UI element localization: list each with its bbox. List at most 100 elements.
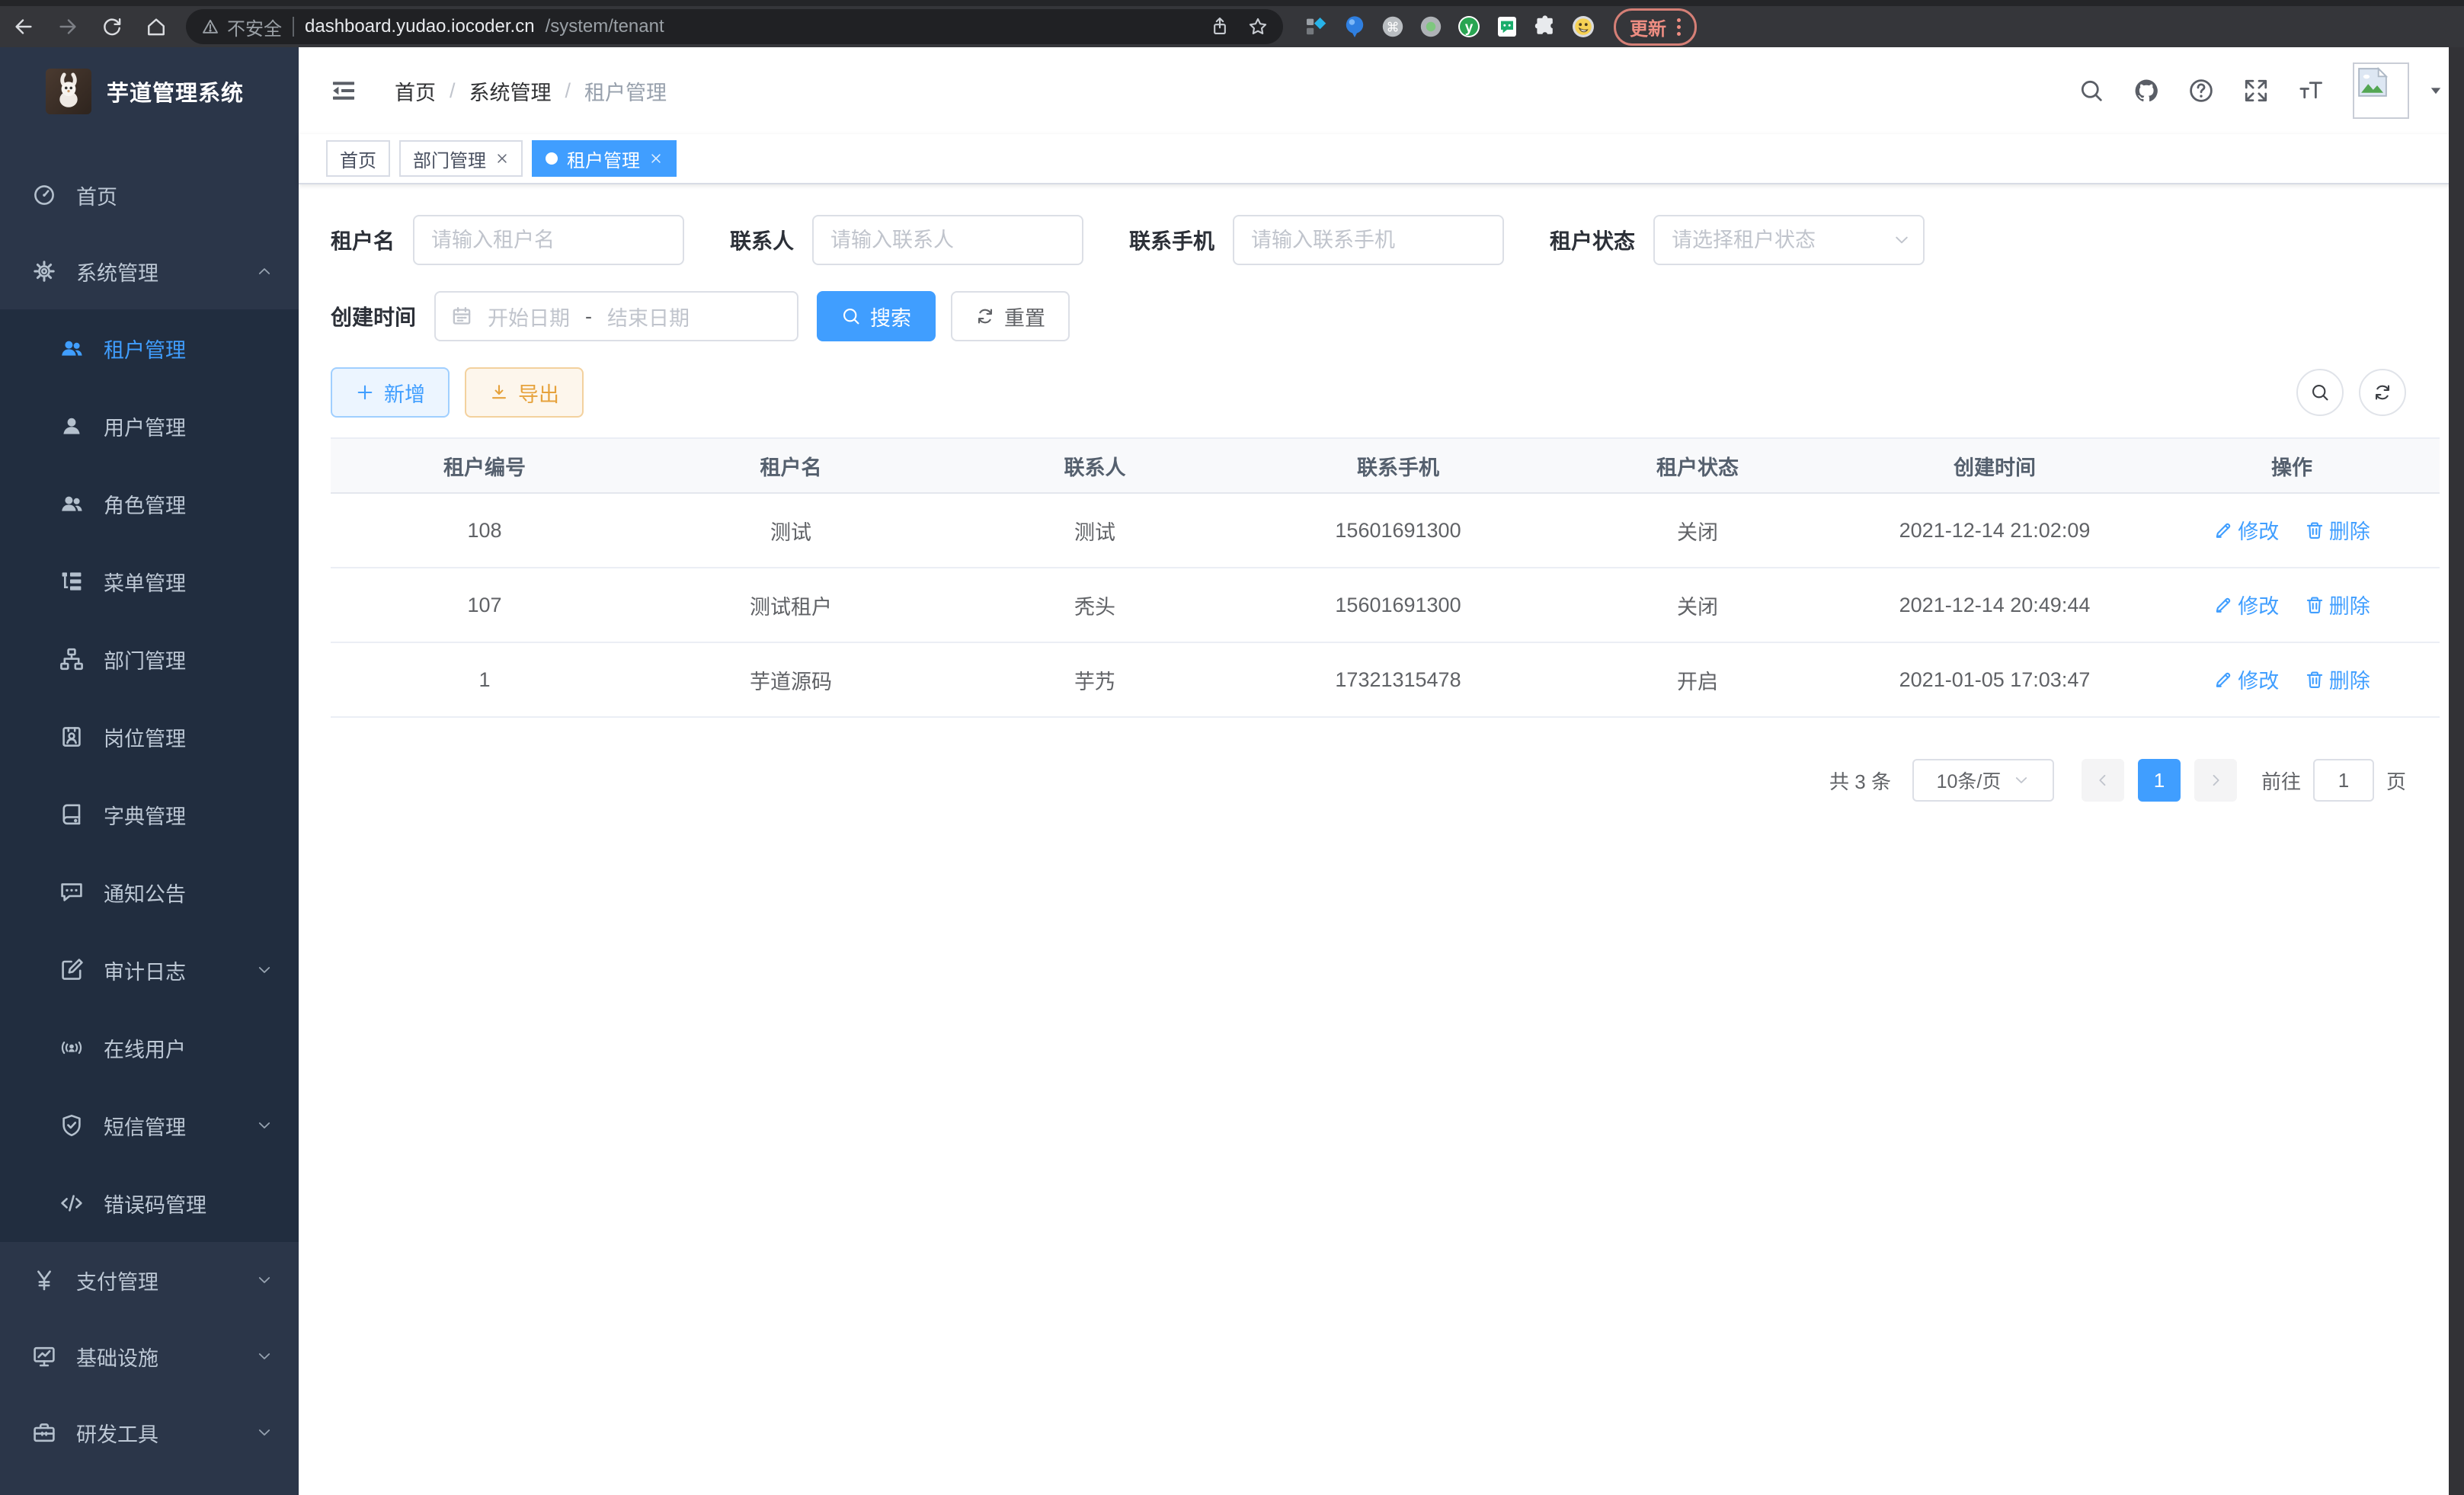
- menu-item-icon: [32, 1420, 56, 1445]
- reset-button[interactable]: 重置: [951, 291, 1070, 341]
- breadcrumb-item[interactable]: 首页: [381, 76, 436, 106]
- share-icon[interactable]: [1210, 17, 1230, 37]
- edit-link[interactable]: 修改: [2213, 515, 2279, 545]
- page-number-active[interactable]: 1: [2138, 759, 2181, 802]
- tag[interactable]: 部门管理: [399, 140, 523, 177]
- breadcrumb-item[interactable]: /租户管理: [565, 76, 667, 106]
- edit-link[interactable]: 修改: [2213, 664, 2279, 694]
- sidebar-item[interactable]: 岗位管理: [0, 698, 299, 776]
- extension-icon[interactable]: [1304, 14, 1329, 39]
- page-size-select[interactable]: 10条/页: [1912, 759, 2054, 802]
- sidebar-item[interactable]: 错误码管理: [0, 1164, 299, 1242]
- address-bar[interactable]: 不安全 dashboard.yudao.iocoder.cn/system/te…: [186, 9, 1283, 44]
- sidebar-item[interactable]: 系统管理: [0, 233, 299, 309]
- sidebar-item[interactable]: 基础设施: [0, 1318, 299, 1394]
- column-header: 联系人: [943, 438, 1246, 493]
- close-icon[interactable]: [649, 152, 663, 165]
- sidebar-item[interactable]: 通知公告: [0, 853, 299, 931]
- extension-icon[interactable]: [1419, 14, 1443, 39]
- browser-nav-icon[interactable]: [12, 15, 35, 38]
- extension-icon[interactable]: [1533, 14, 1557, 39]
- extension-icon[interactable]: [1495, 14, 1519, 39]
- extension-icon[interactable]: y: [1457, 14, 1481, 39]
- cell-contact: 芋艿: [943, 642, 1246, 717]
- navbar-action-icon[interactable]: [2078, 78, 2104, 104]
- navbar-action-icon[interactable]: [2188, 78, 2214, 104]
- menu-item-label: 研发工具: [76, 1418, 158, 1448]
- tag[interactable]: 首页: [326, 140, 390, 177]
- app-logo[interactable]: 芋道管理系统: [0, 47, 299, 136]
- menu-item-icon: [59, 336, 84, 360]
- sidebar-item[interactable]: 租户管理: [0, 309, 299, 387]
- table-row[interactable]: 107 测试租户 秃头 15601691300 关闭 2021-12-14 20…: [331, 568, 2440, 642]
- trash-icon: [2305, 520, 2325, 540]
- date-end-placeholder[interactable]: 结束日期: [607, 302, 690, 331]
- browser-menu-icon[interactable]: [1677, 18, 1681, 36]
- add-button[interactable]: 新增: [331, 367, 450, 418]
- browser-update-button[interactable]: 更新: [1614, 8, 1697, 46]
- menu-item-label: 菜单管理: [104, 567, 186, 597]
- browser-nav-icon[interactable]: [145, 15, 168, 38]
- download-icon: [489, 383, 509, 402]
- delete-link[interactable]: 删除: [2305, 664, 2370, 694]
- tag[interactable]: 租户管理: [532, 140, 677, 177]
- navbar-action-icon[interactable]: [2298, 78, 2324, 104]
- navbar-action-icon[interactable]: [2133, 78, 2159, 104]
- sidebar-item[interactable]: 支付管理: [0, 1242, 299, 1318]
- svg-text:y: y: [1465, 20, 1474, 36]
- sidebar-item[interactable]: 首页: [0, 157, 299, 233]
- export-button[interactable]: 导出: [465, 367, 584, 418]
- security-indicator[interactable]: 不安全: [201, 14, 282, 40]
- menu-item-icon: [59, 414, 84, 438]
- field-input[interactable]: [413, 215, 684, 265]
- collapse-sidebar-icon[interactable]: [331, 78, 357, 104]
- extension-icon[interactable]: ⌘: [1381, 14, 1405, 39]
- close-icon[interactable]: [495, 152, 509, 165]
- date-start-placeholder[interactable]: 开始日期: [488, 302, 570, 331]
- window-scrollbar-track[interactable]: [2449, 47, 2464, 1495]
- field-input[interactable]: [1233, 215, 1504, 265]
- sidebar-item[interactable]: 研发工具: [0, 1394, 299, 1471]
- table-row[interactable]: 1 芋道源码 芋艿 17321315478 开启 2021-01-05 17:0…: [331, 642, 2440, 717]
- breadcrumb-item[interactable]: /系统管理: [450, 76, 552, 106]
- sidebar-item[interactable]: 菜单管理: [0, 543, 299, 620]
- bookmark-star-icon[interactable]: [1248, 17, 1268, 37]
- edit-link[interactable]: 修改: [2213, 590, 2279, 619]
- browser-nav-icon[interactable]: [101, 15, 123, 38]
- field-input[interactable]: [1653, 215, 1925, 265]
- delete-link[interactable]: 删除: [2305, 590, 2370, 619]
- extension-icon[interactable]: [1571, 14, 1595, 39]
- sidebar-item[interactable]: 字典管理: [0, 776, 299, 853]
- toggle-search-button[interactable]: [2296, 369, 2344, 416]
- sidebar-item[interactable]: 用户管理: [0, 387, 299, 465]
- menu-item-label: 岗位管理: [104, 722, 186, 752]
- tenant-table: 租户编号 租户名 联系人 联系手机 租户状态 创建时间: [331, 437, 2440, 718]
- next-page-button[interactable]: [2194, 759, 2237, 802]
- date-range-picker[interactable]: 开始日期 - 结束日期: [434, 291, 798, 341]
- navbar-action-icon[interactable]: [2243, 78, 2269, 104]
- extension-icon[interactable]: [1342, 14, 1367, 39]
- prev-page-button[interactable]: [2082, 759, 2124, 802]
- delete-link[interactable]: 删除: [2305, 515, 2370, 545]
- sidebar-item[interactable]: 部门管理: [0, 620, 299, 698]
- menu-item-label: 错误码管理: [104, 1189, 206, 1218]
- search-button[interactable]: 搜索: [817, 291, 936, 341]
- field-input[interactable]: [812, 215, 1083, 265]
- update-label: 更新: [1630, 14, 1666, 40]
- active-dot: [546, 152, 558, 165]
- sidebar-item[interactable]: 审计日志: [0, 931, 299, 1009]
- sidebar-item[interactable]: 短信管理: [0, 1087, 299, 1164]
- refresh-table-button[interactable]: [2359, 369, 2406, 416]
- browser-nav-icon[interactable]: [56, 15, 79, 38]
- filter-field: 租户状态: [1550, 215, 1925, 265]
- table-row[interactable]: 108 测试 测试 15601691300 关闭 2021-12-14 21:0…: [331, 493, 2440, 568]
- refresh-icon: [975, 306, 995, 326]
- goto-page-input[interactable]: [2313, 759, 2374, 802]
- avatar[interactable]: [2353, 62, 2409, 119]
- cell-tenant-name: 芋道源码: [638, 642, 943, 717]
- avatar-caret-icon[interactable]: [2429, 84, 2443, 98]
- menu-item-icon: [32, 1344, 56, 1369]
- sidebar-item[interactable]: 在线用户: [0, 1009, 299, 1087]
- menu-item-label: 通知公告: [104, 878, 186, 908]
- sidebar-item[interactable]: 角色管理: [0, 465, 299, 543]
